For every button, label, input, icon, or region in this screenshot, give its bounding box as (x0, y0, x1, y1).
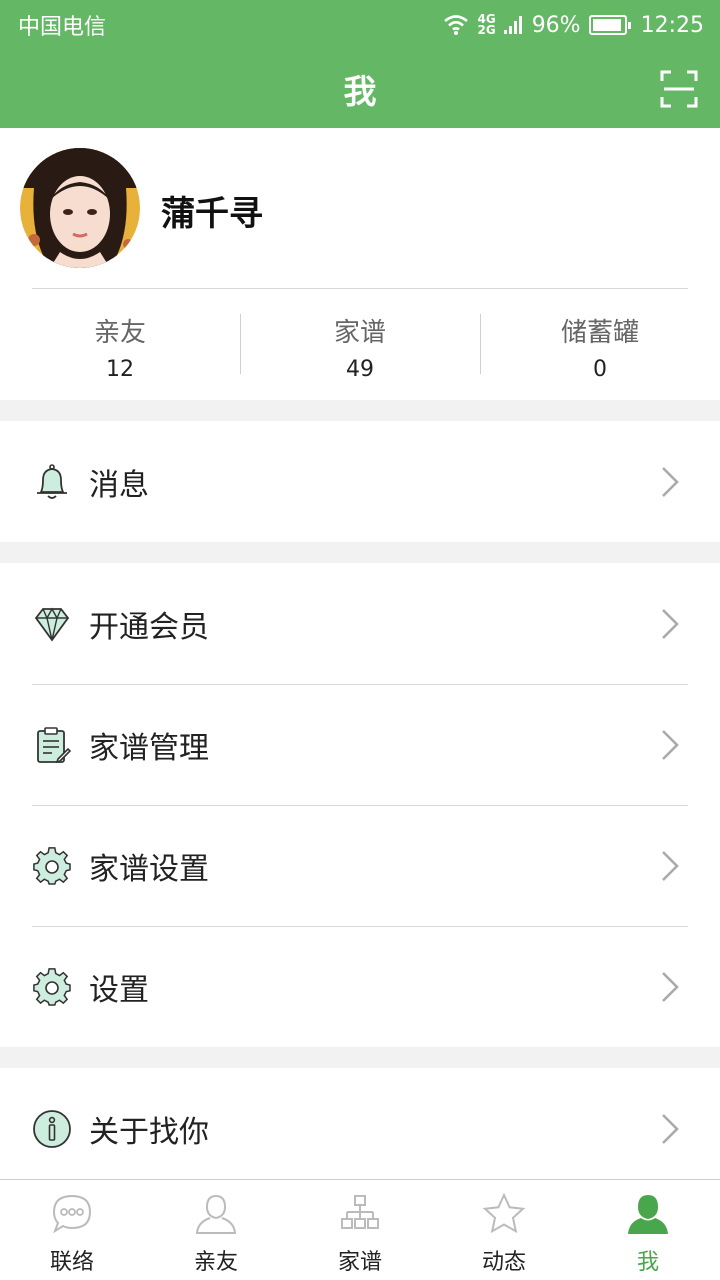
clipboard-icon (37, 726, 72, 763)
star-icon (482, 1192, 526, 1234)
stat-relatives[interactable]: 亲友 12 (0, 288, 240, 400)
tab-me[interactable]: 我 (576, 1180, 720, 1280)
stat-genealogy[interactable]: 家谱 49 (240, 288, 480, 400)
person-icon (195, 1194, 237, 1234)
menu-label: 关于找你 (89, 1114, 209, 1150)
menu-item-genealogy-settings[interactable]: 家谱设置 (0, 805, 720, 926)
status-bar: 中国电信 4G 2G 96% 12:25 (0, 0, 720, 50)
tab-moments[interactable]: 动态 (432, 1180, 576, 1280)
stats-bar: 亲友 12 家谱 49 储蓄罐 0 (0, 288, 720, 400)
carrier-label: 中国电信 (18, 15, 107, 40)
tab-label: 亲友 (193, 1250, 238, 1275)
stat-label: 储蓄罐 (560, 318, 639, 348)
chevron-right-icon (662, 466, 679, 497)
menu-group-about: 关于找你 (0, 1068, 720, 1179)
diamond-icon (34, 607, 70, 642)
gear-icon (33, 846, 71, 885)
chevron-right-icon (662, 608, 679, 639)
tab-label: 家谱 (337, 1250, 382, 1275)
chevron-right-icon (662, 1113, 679, 1144)
scan-icon[interactable] (660, 70, 698, 108)
menu-label: 家谱管理 (89, 730, 209, 766)
signal-icon (503, 16, 522, 34)
info-icon (33, 1109, 71, 1148)
menu-group-messages: 消息 (0, 421, 720, 542)
person-filled-icon (628, 1195, 668, 1234)
user-name: 蒲千寻 (161, 194, 263, 234)
stat-value: 49 (346, 357, 374, 382)
page-title: 我 (343, 72, 377, 111)
menu-group-main: 开通会员 家谱管理 家谱设置 设置 (0, 563, 720, 1047)
wifi-icon (444, 15, 469, 35)
battery-fill (592, 19, 622, 31)
chat-bubble-icon (52, 1194, 92, 1234)
menu-item-about[interactable]: 关于找你 (0, 1068, 720, 1179)
avatar[interactable] (20, 148, 140, 268)
tab-relatives[interactable]: 亲友 (144, 1180, 288, 1280)
bell-icon (37, 463, 67, 499)
gear-icon (33, 967, 71, 1006)
stat-value: 12 (106, 357, 134, 382)
chevron-right-icon (662, 850, 679, 881)
stat-label: 家谱 (333, 318, 386, 348)
battery-percent: 96% (531, 12, 581, 38)
menu-item-membership[interactable]: 开通会员 (0, 563, 720, 684)
tab-genealogy[interactable]: 家谱 (288, 1180, 432, 1280)
avatar-image (20, 148, 140, 268)
stat-value: 0 (593, 357, 607, 382)
tab-label: 我 (636, 1250, 659, 1275)
menu-item-genealogy-manage[interactable]: 家谱管理 (0, 684, 720, 805)
tab-label: 联络 (49, 1250, 94, 1275)
menu-item-settings[interactable]: 设置 (0, 926, 720, 1047)
menu-label: 设置 (89, 972, 149, 1008)
battery-icon (588, 15, 631, 35)
menu-item-messages[interactable]: 消息 (0, 421, 720, 542)
bottom-tab-bar: 联络 亲友 家谱 动态 我 (0, 1179, 720, 1280)
menu-label: 家谱设置 (89, 851, 209, 887)
top-nav-bar: 我 (0, 50, 720, 128)
chevron-right-icon (662, 971, 679, 1002)
chevron-right-icon (662, 729, 679, 760)
profile-card[interactable]: 蒲千寻 (0, 128, 720, 288)
menu-label: 开通会员 (89, 609, 209, 645)
tab-label: 动态 (481, 1250, 526, 1275)
tree-chart-icon (341, 1195, 379, 1229)
stat-piggy-bank[interactable]: 储蓄罐 0 (480, 288, 720, 400)
network-type: 4G 2G (477, 12, 496, 37)
menu-label: 消息 (89, 467, 149, 503)
tab-contact[interactable]: 联络 (0, 1180, 144, 1280)
status-indicators: 4G 2G 96% 12:25 (443, 13, 704, 38)
stat-label: 亲友 (93, 318, 146, 348)
clock: 12:25 (640, 12, 704, 38)
